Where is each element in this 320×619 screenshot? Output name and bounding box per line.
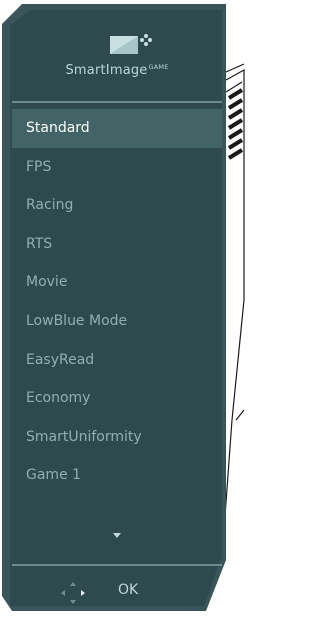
osd-panel: SmartImageGAME Standard FPS Racing RTS M…	[0, 0, 226, 619]
menu-item-fps[interactable]: FPS	[12, 148, 222, 187]
four-way-navigation-icon	[61, 582, 85, 604]
footer-divider	[12, 564, 222, 566]
menu-item-economy[interactable]: Economy	[12, 379, 222, 418]
smartimage-game-icon	[110, 34, 152, 54]
menu-item-lowblue-mode[interactable]: LowBlue Mode	[12, 302, 222, 341]
menu-item-game-1[interactable]: Game 1	[12, 456, 222, 495]
menu-item-smartuniformity[interactable]: SmartUniformity	[12, 418, 222, 457]
menu-item-racing[interactable]: Racing	[12, 186, 222, 225]
smartimage-title: SmartImageGAME	[65, 63, 169, 78]
menu-item-movie[interactable]: Movie	[12, 263, 222, 302]
smartimage-header: SmartImageGAME	[12, 30, 222, 94]
ok-label: OK	[118, 582, 139, 598]
down-arrow-icon[interactable]	[113, 533, 121, 538]
menu-item-rts[interactable]: RTS	[12, 225, 222, 264]
smartimage-mode-list: Standard FPS Racing RTS Movie LowBlue Mo…	[12, 109, 222, 495]
menu-item-easyread[interactable]: EasyRead	[12, 341, 222, 380]
menu-item-standard[interactable]: Standard	[12, 109, 222, 148]
header-divider	[12, 101, 222, 103]
